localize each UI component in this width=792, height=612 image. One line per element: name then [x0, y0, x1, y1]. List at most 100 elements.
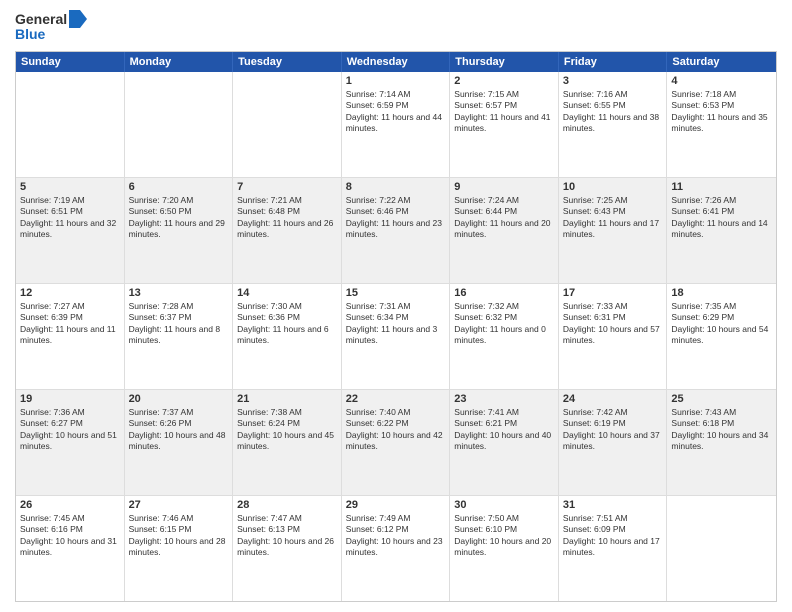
- calendar-cell: 13 Sunrise: 7:28 AMSunset: 6:37 PMDayligh…: [125, 284, 234, 389]
- calendar-cell: 8 Sunrise: 7:22 AMSunset: 6:46 PMDaylight…: [342, 178, 451, 283]
- day-number: 28: [237, 499, 337, 511]
- day-number: 7: [237, 181, 337, 193]
- calendar-cell: 17Sunrise: 7:33 AMSunset: 6:31 PMDayligh…: [559, 284, 668, 389]
- cell-text: Sunrise: 7:21 AMSunset: 6:48 PMDaylight:…: [237, 195, 337, 241]
- calendar-cell: [125, 72, 234, 177]
- calendar-cell: 12Sunrise: 7:27 AMSunset: 6:39 PMDayligh…: [16, 284, 125, 389]
- calendar-cell: 9 Sunrise: 7:24 AMSunset: 6:44 PMDaylight…: [450, 178, 559, 283]
- calendar-cell: 1 Sunrise: 7:14 AMSunset: 6:59 PMDaylight…: [342, 72, 451, 177]
- day-number: 14: [237, 287, 337, 299]
- calendar-cell: 26Sunrise: 7:45 AMSunset: 6:16 PMDayligh…: [16, 496, 125, 601]
- cell-text: Sunrise: 7:45 AMSunset: 6:16 PMDaylight:…: [20, 513, 120, 559]
- day-number: 16: [454, 287, 554, 299]
- calendar-cell: 28 Sunrise: 7:47 AMSunset: 6:13 PMDayligh…: [233, 496, 342, 601]
- calendar-cell: 14 Sunrise: 7:30 AMSunset: 6:36 PMDayligh…: [233, 284, 342, 389]
- day-number: 10: [563, 181, 663, 193]
- cell-text: Sunrise: 7:38 AMSunset: 6:24 PMDaylight:…: [237, 407, 337, 453]
- cell-text: Sunrise: 7:25 AMSunset: 6:43 PMDaylight:…: [563, 195, 663, 241]
- day-number: 21: [237, 393, 337, 405]
- calendar-row-2: 12Sunrise: 7:27 AMSunset: 6:39 PMDayligh…: [16, 283, 776, 389]
- calendar-cell: 5Sunrise: 7:19 AMSunset: 6:51 PMDaylight…: [16, 178, 125, 283]
- day-number: 15: [346, 287, 446, 299]
- calendar-row-0: 1 Sunrise: 7:14 AMSunset: 6:59 PMDaylight…: [16, 72, 776, 177]
- page: General Blue Sunday Monday Tuesday Wedne…: [0, 0, 792, 612]
- day-number: 29: [346, 499, 446, 511]
- header-saturday: Saturday: [667, 52, 776, 72]
- cell-text: Sunrise: 7:27 AMSunset: 6:39 PMDaylight:…: [20, 301, 120, 347]
- logo: General Blue: [15, 10, 87, 43]
- cell-text: Sunrise: 7:26 AMSunset: 6:41 PMDaylight:…: [671, 195, 772, 241]
- calendar-cell: [233, 72, 342, 177]
- header-monday: Monday: [125, 52, 234, 72]
- cell-text: Sunrise: 7:24 AMSunset: 6:44 PMDaylight:…: [454, 195, 554, 241]
- logo-general: General: [15, 11, 67, 28]
- day-number: 30: [454, 499, 554, 511]
- cell-text: Sunrise: 7:41 AMSunset: 6:21 PMDaylight:…: [454, 407, 554, 453]
- header: General Blue: [15, 10, 777, 43]
- calendar-cell: 31 Sunrise: 7:51 AMSunset: 6:09 PMDayligh…: [559, 496, 668, 601]
- day-number: 2: [454, 75, 554, 87]
- cell-text: Sunrise: 7:32 AMSunset: 6:32 PMDaylight:…: [454, 301, 554, 347]
- cell-text: Sunrise: 7:14 AMSunset: 6:59 PMDaylight:…: [346, 89, 446, 135]
- cell-text: Sunrise: 7:31 AMSunset: 6:34 PMDaylight:…: [346, 301, 446, 347]
- calendar-cell: 21 Sunrise: 7:38 AMSunset: 6:24 PMDayligh…: [233, 390, 342, 495]
- cell-text: Sunrise: 7:49 AMSunset: 6:12 PMDaylight:…: [346, 513, 446, 559]
- cell-text: Sunrise: 7:43 AMSunset: 6:18 PMDaylight:…: [671, 407, 772, 453]
- cell-text: Sunrise: 7:22 AMSunset: 6:46 PMDaylight:…: [346, 195, 446, 241]
- day-number: 19: [20, 393, 120, 405]
- day-number: 1: [346, 75, 446, 87]
- day-number: 8: [346, 181, 446, 193]
- day-number: 9: [454, 181, 554, 193]
- day-number: 27: [129, 499, 229, 511]
- cell-text: Sunrise: 7:50 AMSunset: 6:10 PMDaylight:…: [454, 513, 554, 559]
- calendar-cell: 19 Sunrise: 7:36 AMSunset: 6:27 PMDayligh…: [16, 390, 125, 495]
- calendar-cell: 11 Sunrise: 7:26 AMSunset: 6:41 PMDayligh…: [667, 178, 776, 283]
- cell-text: Sunrise: 7:36 AMSunset: 6:27 PMDaylight:…: [20, 407, 120, 453]
- calendar-cell: 4Sunrise: 7:18 AMSunset: 6:53 PMDaylight…: [667, 72, 776, 177]
- cell-text: Sunrise: 7:51 AMSunset: 6:09 PMDaylight:…: [563, 513, 663, 559]
- calendar-cell: 15 Sunrise: 7:31 AMSunset: 6:34 PMDayligh…: [342, 284, 451, 389]
- day-number: 31: [563, 499, 663, 511]
- calendar-cell: 16 Sunrise: 7:32 AMSunset: 6:32 PMDayligh…: [450, 284, 559, 389]
- day-number: 11: [671, 181, 772, 193]
- day-number: 5: [20, 181, 120, 193]
- calendar-cell: 2 Sunrise: 7:15 AMSunset: 6:57 PMDaylight…: [450, 72, 559, 177]
- logo-blue: Blue: [15, 26, 87, 43]
- cell-text: Sunrise: 7:20 AMSunset: 6:50 PMDaylight:…: [129, 195, 229, 241]
- cell-text: Sunrise: 7:35 AMSunset: 6:29 PMDaylight:…: [671, 301, 772, 347]
- day-number: 6: [129, 181, 229, 193]
- header-tuesday: Tuesday: [233, 52, 342, 72]
- calendar-cell: 10 Sunrise: 7:25 AMSunset: 6:43 PMDayligh…: [559, 178, 668, 283]
- cell-text: Sunrise: 7:46 AMSunset: 6:15 PMDaylight:…: [129, 513, 229, 559]
- cell-text: Sunrise: 7:30 AMSunset: 6:36 PMDaylight:…: [237, 301, 337, 347]
- day-number: 13: [129, 287, 229, 299]
- cell-text: Sunrise: 7:16 AMSunset: 6:55 PMDaylight:…: [563, 89, 663, 135]
- calendar-cell: 6 Sunrise: 7:20 AMSunset: 6:50 PMDaylight…: [125, 178, 234, 283]
- day-number: 25: [671, 393, 772, 405]
- calendar-cell: 22Sunrise: 7:40 AMSunset: 6:22 PMDayligh…: [342, 390, 451, 495]
- calendar-cell: [16, 72, 125, 177]
- calendar-cell: 18Sunrise: 7:35 AMSunset: 6:29 PMDayligh…: [667, 284, 776, 389]
- calendar-cell: 27 Sunrise: 7:46 AMSunset: 6:15 PMDayligh…: [125, 496, 234, 601]
- header-thursday: Thursday: [450, 52, 559, 72]
- calendar-row-1: 5Sunrise: 7:19 AMSunset: 6:51 PMDaylight…: [16, 177, 776, 283]
- calendar-header: Sunday Monday Tuesday Wednesday Thursday…: [16, 52, 776, 72]
- day-number: 20: [129, 393, 229, 405]
- calendar-cell: 25 Sunrise: 7:43 AMSunset: 6:18 PMDayligh…: [667, 390, 776, 495]
- calendar-cell: 23Sunrise: 7:41 AMSunset: 6:21 PMDayligh…: [450, 390, 559, 495]
- cell-text: Sunrise: 7:47 AMSunset: 6:13 PMDaylight:…: [237, 513, 337, 559]
- cell-text: Sunrise: 7:40 AMSunset: 6:22 PMDaylight:…: [346, 407, 446, 453]
- day-number: 24: [563, 393, 663, 405]
- calendar-cell: 7 Sunrise: 7:21 AMSunset: 6:48 PMDaylight…: [233, 178, 342, 283]
- day-number: 3: [563, 75, 663, 87]
- calendar-cell: 20 Sunrise: 7:37 AMSunset: 6:26 PMDayligh…: [125, 390, 234, 495]
- cell-text: Sunrise: 7:37 AMSunset: 6:26 PMDaylight:…: [129, 407, 229, 453]
- cell-text: Sunrise: 7:28 AMSunset: 6:37 PMDaylight:…: [129, 301, 229, 347]
- day-number: 4: [671, 75, 772, 87]
- calendar-cell: 30 Sunrise: 7:50 AMSunset: 6:10 PMDayligh…: [450, 496, 559, 601]
- calendar-row-3: 19 Sunrise: 7:36 AMSunset: 6:27 PMDayligh…: [16, 389, 776, 495]
- calendar-cell: 3 Sunrise: 7:16 AMSunset: 6:55 PMDaylight…: [559, 72, 668, 177]
- cell-text: Sunrise: 7:15 AMSunset: 6:57 PMDaylight:…: [454, 89, 554, 135]
- header-friday: Friday: [559, 52, 668, 72]
- header-sunday: Sunday: [16, 52, 125, 72]
